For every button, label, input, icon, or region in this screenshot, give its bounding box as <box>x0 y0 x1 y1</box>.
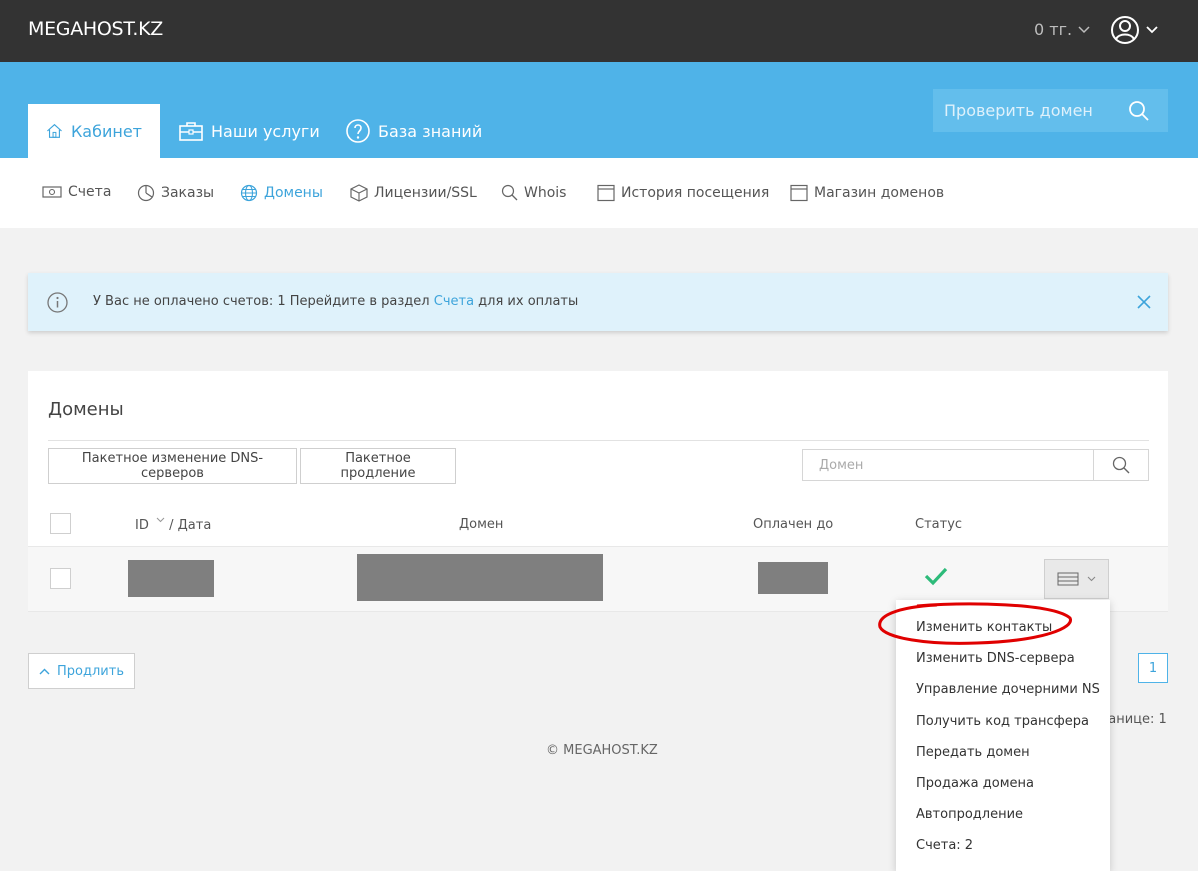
subnav-label: Домены <box>264 185 323 201</box>
subnav-label: Магазин доменов <box>814 185 945 201</box>
alert-text-after: для их оплаты <box>474 294 579 309</box>
pagination-page-1[interactable]: 1 <box>1138 653 1168 683</box>
row-actions-dropdown: Изменить контакты Изменить DNS-сервера У… <box>896 600 1110 871</box>
chevron-down-icon <box>1146 26 1158 34</box>
search-icon <box>501 184 518 201</box>
search-icon[interactable] <box>1128 100 1150 122</box>
top-bar: MEGAHOST.KZ 0 тг. <box>0 0 1198 62</box>
tab-label: База знаний <box>378 121 483 141</box>
tab-knowledge-base[interactable]: База знаний <box>346 104 482 158</box>
tab-label: Кабинет <box>70 121 142 141</box>
redacted-domain <box>357 554 603 601</box>
menu-item-transfer-domain[interactable]: Передать домен <box>916 745 1030 760</box>
subnav-visit-history[interactable]: История посещения <box>597 184 769 202</box>
extend-label: Продлить <box>57 663 124 679</box>
tab-cabinet[interactable]: Кабинет <box>28 104 160 158</box>
column-date-label: / Дата <box>169 518 212 533</box>
column-status[interactable]: Статус <box>915 517 962 532</box>
menu-item-invoices[interactable]: Счета: 2 <box>916 838 973 853</box>
pages-count-text: ранице: 1 <box>1100 712 1167 727</box>
domain-search <box>802 449 1149 481</box>
extend-button[interactable]: Продлить <box>28 653 135 689</box>
tab-services[interactable]: Наши услуги <box>179 104 320 158</box>
subnav-domains[interactable]: Домены <box>240 184 323 202</box>
subnav-label: Счета <box>68 184 112 200</box>
chevron-down-icon <box>1087 576 1096 582</box>
column-id-label: ID <box>135 518 149 533</box>
box-icon <box>350 184 368 202</box>
window-icon <box>790 184 808 202</box>
menu-item-transfer-code[interactable]: Получить код трансфера <box>916 714 1089 729</box>
batch-renew-button[interactable]: Пакетное продление <box>300 448 456 484</box>
globe-icon <box>240 184 258 202</box>
alert-message: У Вас не оплачено счетов: 1 Перейдите в … <box>93 294 578 309</box>
subnav-label: История посещения <box>621 185 770 201</box>
menu-item-child-ns[interactable]: Управление дочерними NS <box>916 682 1100 697</box>
unpaid-invoices-alert: У Вас не оплачено счетов: 1 Перейдите в … <box>28 273 1168 331</box>
panel-title: Домены <box>48 399 124 420</box>
redacted-paid-until <box>758 562 828 594</box>
row-actions-button[interactable] <box>1044 559 1109 599</box>
checkmark-icon <box>924 567 948 586</box>
menu-item-change-contacts[interactable]: Изменить контакты <box>916 620 1052 635</box>
sort-chevron-icon <box>156 517 165 523</box>
column-domain[interactable]: Домен <box>459 517 503 532</box>
menu-item-auto-renew[interactable]: Автопродление <box>916 807 1023 822</box>
redacted-id <box>128 560 214 597</box>
site-logo[interactable]: MEGAHOST.KZ <box>28 18 163 40</box>
help-circle-icon <box>346 119 370 143</box>
copyright: © MEGAHOST.KZ <box>546 743 658 758</box>
user-menu[interactable] <box>1110 15 1158 45</box>
pie-chart-icon <box>137 184 155 202</box>
select-all-checkbox[interactable] <box>50 513 71 534</box>
batch-dns-button[interactable]: Пакетное изменение DNS-серверов <box>48 448 297 484</box>
domain-check-input[interactable] <box>933 101 1128 120</box>
info-icon <box>47 292 68 313</box>
alert-invoices-link[interactable]: Счета <box>434 294 474 309</box>
column-id[interactable]: ID / Дата <box>135 517 211 533</box>
domain-search-input[interactable] <box>803 450 1093 480</box>
briefcase-icon <box>179 122 203 141</box>
close-icon[interactable] <box>1136 294 1152 310</box>
tab-label: Наши услуги <box>211 121 320 141</box>
row-checkbox[interactable] <box>50 568 71 589</box>
main-nav-band: Кабинет Наши услуги База знаний <box>0 62 1198 158</box>
window-icon <box>597 184 615 202</box>
subnav-label: Whois <box>524 184 567 201</box>
chevron-down-icon <box>1078 25 1090 33</box>
menu-item-sell-domain[interactable]: Продажа домена <box>916 776 1034 791</box>
user-avatar-icon <box>1111 16 1139 44</box>
sub-nav: Счета Заказы Домены Лицензии/SSL Whois И… <box>0 158 1198 228</box>
menu-item-change-dns[interactable]: Изменить DNS-сервера <box>916 651 1075 666</box>
menu-icon <box>1057 572 1079 586</box>
divider <box>48 440 1149 441</box>
subnav-domain-shop[interactable]: Магазин доменов <box>790 184 944 202</box>
subnav-label: Лицензии/SSL <box>374 185 477 201</box>
column-paid-until[interactable]: Оплачен до <box>753 517 833 532</box>
subnav-label: Заказы <box>161 185 215 201</box>
alert-text-before: У Вас не оплачено счетов: 1 Перейдите в … <box>93 294 434 309</box>
domain-search-button[interactable] <box>1093 450 1148 480</box>
balance-amount: 0 тг. <box>1034 20 1073 39</box>
domains-panel: Домены Пакетное изменение DNS-серверов П… <box>28 371 1168 612</box>
chevron-up-icon <box>39 668 50 674</box>
money-icon <box>42 186 62 198</box>
domain-check-box <box>933 89 1168 132</box>
subnav-invoices[interactable]: Счета <box>42 184 111 200</box>
subnav-licenses[interactable]: Лицензии/SSL <box>350 184 477 202</box>
home-icon <box>47 123 62 138</box>
search-icon <box>1112 456 1130 474</box>
balance-menu[interactable]: 0 тг. <box>1034 20 1090 39</box>
subnav-whois[interactable]: Whois <box>501 184 566 201</box>
subnav-orders[interactable]: Заказы <box>137 184 214 202</box>
